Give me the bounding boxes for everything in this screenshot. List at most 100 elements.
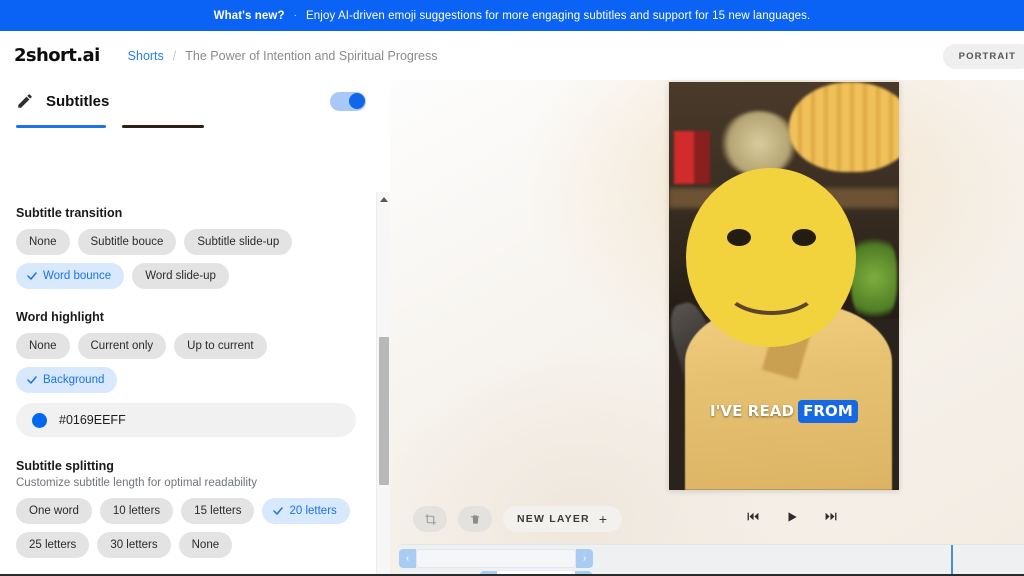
section-word-highlight: Word highlight None Current only Up to c…	[16, 310, 358, 437]
app-root: What's new? · Enjoy AI-driven emoji sugg…	[0, 0, 1024, 576]
splitting-option-25-letters[interactable]: 25 letters	[16, 532, 90, 558]
section-title-transition: Subtitle transition	[16, 206, 123, 220]
highlight-option-up-to-current[interactable]: Up to current	[174, 333, 267, 359]
transition-option-none[interactable]: None	[16, 229, 70, 255]
panel-title: Subtitles	[46, 92, 110, 110]
breadcrumb-parent-link[interactable]: Shorts	[128, 49, 164, 63]
highlight-color-picker[interactable]: #0169EEFF	[16, 403, 356, 437]
breadcrumb-separator: /	[172, 48, 177, 63]
chip-label: 20 letters	[289, 505, 337, 517]
check-icon	[27, 376, 37, 384]
trash-icon	[470, 514, 479, 524]
toggle-knob	[348, 93, 365, 109]
aspect-ratio-badge[interactable]: PORTRAIT	[942, 44, 1024, 69]
preview-flowers	[719, 110, 798, 176]
preview-books	[673, 130, 711, 184]
splitting-option-30-letters[interactable]: 30 letters	[97, 532, 171, 558]
delete-button[interactable]	[458, 506, 492, 532]
settings-scroll-area: Subtitle transition None Subtitle bouce …	[0, 192, 374, 576]
splitting-option-none[interactable]: None	[178, 532, 233, 558]
section-title-word-highlight: Word highlight	[16, 310, 104, 324]
subtitles-sidebar: Subtitles Subtitle transition None Subti…	[0, 80, 390, 576]
crop-button[interactable]	[413, 506, 447, 532]
preview-plant	[850, 232, 897, 323]
splitting-option-one-word[interactable]: One word	[16, 498, 92, 524]
sidebar-scrollbar[interactable]	[376, 192, 390, 576]
editor-toolbar: NEW LAYER +	[413, 506, 623, 532]
plus-icon: +	[598, 511, 609, 527]
chip-label: Word bounce	[43, 270, 112, 282]
preview-pumpkin	[788, 82, 899, 172]
chevron-up-icon	[380, 196, 388, 202]
transition-option-subtitle-bounce[interactable]: Subtitle bouce	[77, 229, 177, 255]
subtitles-toggle[interactable]	[330, 91, 366, 111]
color-swatch-icon	[32, 412, 47, 428]
splitting-option-20-letters[interactable]: 20 letters	[262, 498, 350, 524]
chip-label: Current only	[90, 340, 154, 352]
tab-indicator-secondary[interactable]	[122, 125, 204, 128]
scroll-up-button[interactable]	[377, 192, 390, 206]
section-title-splitting: Subtitle splitting	[16, 459, 114, 473]
check-icon	[27, 272, 37, 280]
promo-banner-separator: ·	[293, 10, 298, 21]
chip-label: 30 letters	[110, 539, 158, 551]
new-layer-label: NEW LAYER	[517, 513, 590, 525]
tab-indicator-active[interactable]	[16, 125, 106, 128]
panel-header: Subtitles	[0, 80, 390, 114]
transition-option-word-bounce[interactable]: Word bounce	[16, 263, 125, 289]
section-subtitle-transition: Subtitle transition None Subtitle bouce …	[16, 206, 358, 289]
promo-banner-strong: What's new?	[213, 9, 285, 22]
new-layer-button[interactable]: NEW LAYER +	[503, 506, 623, 532]
promo-banner-message: Enjoy AI-driven emoji suggestions for mo…	[306, 9, 811, 22]
play-icon	[788, 511, 797, 522]
chip-label: None	[191, 539, 220, 551]
chip-label: 10 letters	[112, 505, 161, 517]
timeline-playhead[interactable]	[951, 545, 953, 576]
subtitle-overlay[interactable]: I'VE READ FROM	[669, 399, 899, 423]
promo-banner[interactable]: What's new? · Enjoy AI-driven emoji sugg…	[0, 0, 1024, 31]
timeline-trim-handle-left[interactable]: ‹	[399, 549, 416, 568]
transition-option-subtitle-slide-up[interactable]: Subtitle slide-up	[184, 229, 293, 255]
chip-label: Word slide-up	[145, 270, 216, 282]
timeline-trim-handle-right[interactable]: ›	[576, 549, 593, 568]
skip-back-icon	[747, 512, 758, 521]
word-highlight-options: None Current only Up to current Backgrou…	[16, 333, 358, 393]
timeline[interactable]: ‹ › ‹ ›	[399, 544, 1024, 576]
app-logo[interactable]: 2short.ai	[14, 45, 100, 66]
highlight-option-current-only[interactable]: Current only	[77, 333, 167, 359]
app-header: 2short.ai Shorts / The Power of Intentio…	[0, 31, 1024, 80]
chip-label: Background	[43, 374, 105, 386]
video-preview[interactable]: I'VE READ FROM	[669, 82, 899, 490]
emoji-left-eye	[727, 228, 751, 246]
timeline-clip-primary[interactable]: ‹ ›	[399, 549, 593, 568]
transition-options: None Subtitle bouce Subtitle slide-up Wo…	[16, 229, 358, 289]
section-subtitle-splitting: Subtitle splitting Customize subtitle le…	[16, 459, 358, 558]
transition-option-word-slide-up[interactable]: Word slide-up	[132, 263, 229, 289]
crop-icon	[424, 513, 436, 525]
breadcrumb-current: The Power of Intention and Spiritual Pro…	[185, 48, 438, 63]
chip-label: 15 letters	[194, 505, 242, 517]
chip-label: None	[29, 236, 57, 248]
skip-forward-icon	[825, 512, 836, 521]
skip-forward-button[interactable]	[822, 508, 839, 525]
splitting-option-15-letters[interactable]: 15 letters	[181, 498, 255, 524]
highlight-option-none[interactable]: None	[16, 333, 70, 359]
highlight-option-background[interactable]: Background	[16, 367, 118, 393]
breadcrumb: Shorts / The Power of Intention and Spir…	[128, 49, 438, 63]
highlight-color-value: #0169EEFF	[59, 413, 126, 427]
chip-label: 25 letters	[29, 539, 77, 551]
check-icon	[273, 507, 284, 515]
play-button[interactable]	[783, 508, 800, 525]
section-subtitle-splitting-description: Customize subtitle length for optimal re…	[16, 477, 257, 489]
smiley-face-emoji[interactable]	[686, 167, 857, 348]
skip-back-button[interactable]	[744, 508, 761, 525]
subtitle-highlighted-word: FROM	[798, 399, 858, 423]
chip-label: Up to current	[187, 340, 254, 352]
pencil-icon	[18, 94, 32, 108]
emoji-right-eye	[791, 228, 816, 246]
scrollbar-thumb[interactable]	[379, 337, 389, 485]
splitting-option-10-letters[interactable]: 10 letters	[99, 498, 174, 524]
chip-label: One word	[29, 505, 79, 517]
emoji-mouth	[723, 261, 819, 315]
panel-tabs	[16, 118, 390, 132]
